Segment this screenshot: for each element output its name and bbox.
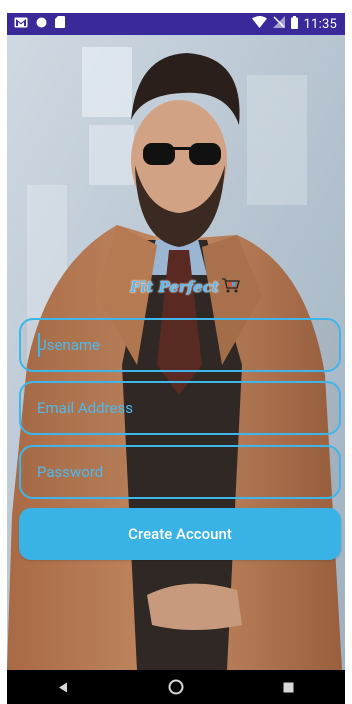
circle-app-icon: [36, 17, 47, 32]
sd-card-icon: [55, 16, 65, 32]
wifi-icon: [251, 16, 267, 32]
logo-text: Fit Perfect: [130, 278, 219, 296]
email-field[interactable]: [19, 381, 341, 435]
status-bar-right: 11:35: [251, 15, 345, 33]
password-field[interactable]: [19, 445, 341, 499]
app-logo: Fit Perfect: [130, 275, 240, 299]
text-cursor: [38, 333, 40, 357]
no-signal-icon: [272, 16, 285, 32]
navigation-bar: [7, 670, 345, 704]
username-input[interactable]: [37, 336, 339, 354]
battery-icon: [290, 15, 298, 33]
gmail-icon: [14, 17, 28, 32]
recents-icon[interactable]: [274, 672, 304, 702]
create-account-button[interactable]: Create Account: [19, 508, 341, 560]
username-field[interactable]: [19, 318, 341, 372]
status-bar-left: [7, 16, 65, 32]
shopping-cart-icon: [221, 277, 240, 297]
status-bar: 11:35: [7, 13, 345, 35]
home-icon[interactable]: [161, 672, 191, 702]
status-time: 11:35: [303, 16, 337, 32]
password-input[interactable]: [37, 463, 339, 481]
email-input[interactable]: [37, 399, 339, 417]
back-icon[interactable]: [48, 672, 78, 702]
